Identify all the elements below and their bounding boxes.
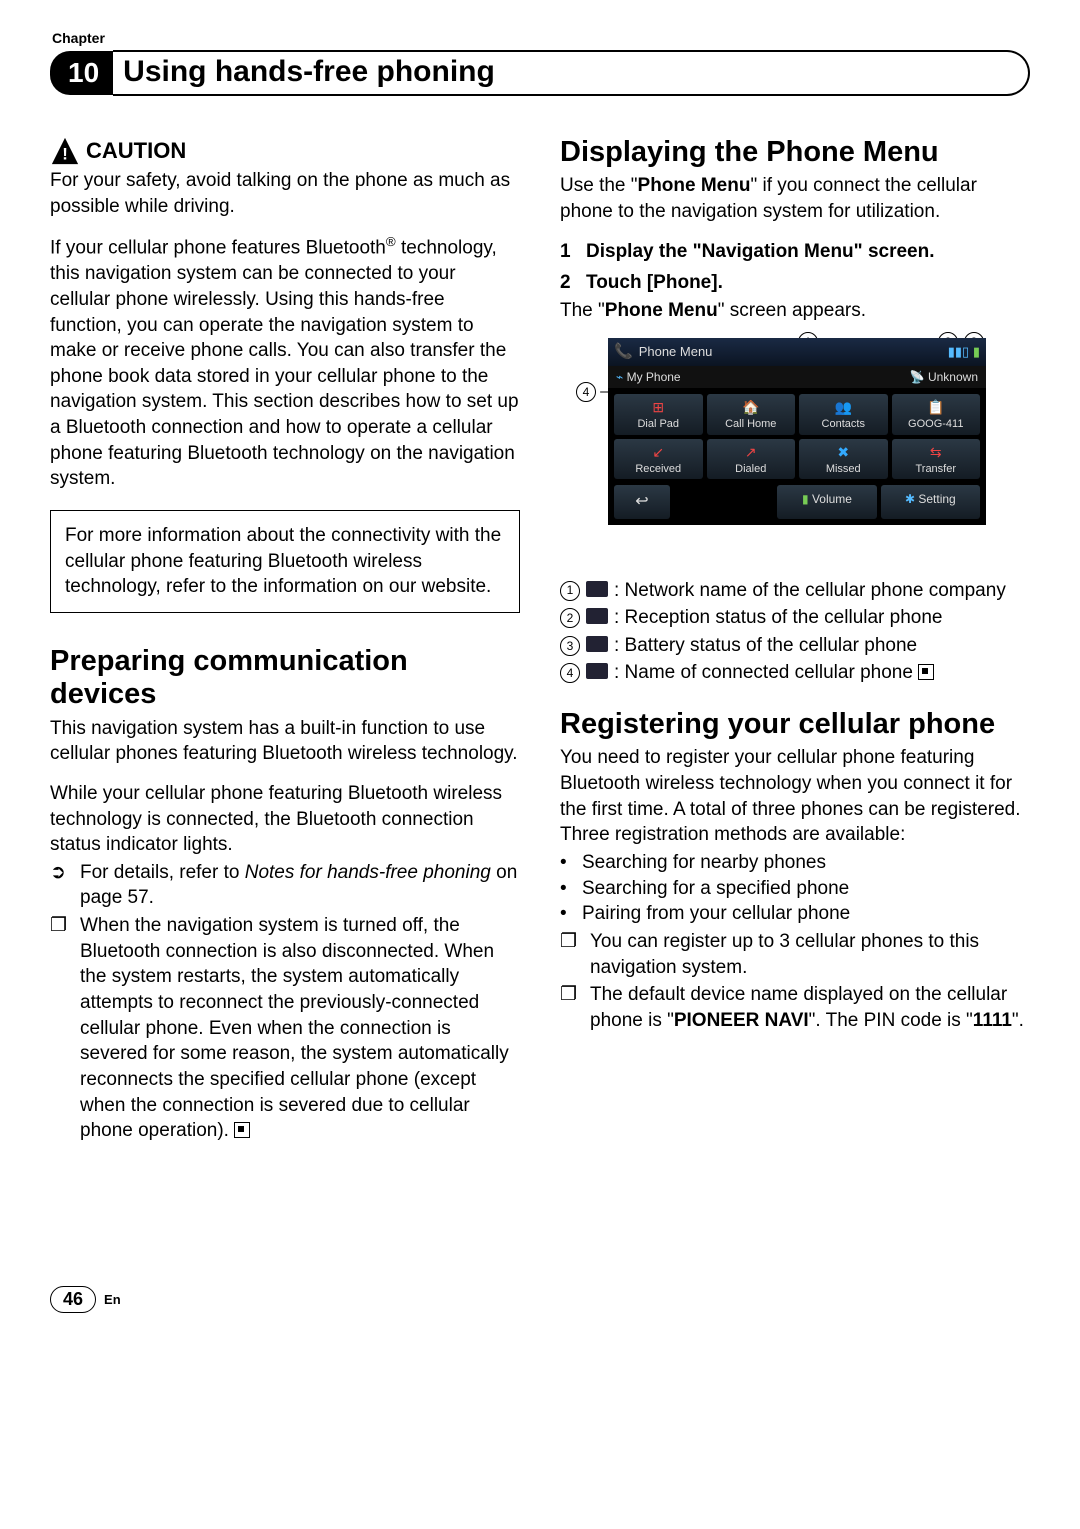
note-box-icon: ❐	[560, 929, 582, 980]
page-footer: 46 En	[50, 1286, 1030, 1313]
note-item: ❐ When the navigation system is turned o…	[50, 913, 520, 1144]
section-preparing-heading: Preparing communication devices	[50, 645, 520, 712]
caution-heading: ! CAUTION	[50, 136, 520, 166]
warning-icon: !	[50, 136, 80, 166]
signal-icon: ▮▮▯	[948, 344, 969, 359]
btn-goog411[interactable]: 📋GOOG-411	[892, 394, 981, 435]
intro-paragraph: If your cellular phone features Bluetoot…	[50, 233, 520, 492]
caution-label: CAUTION	[86, 136, 186, 166]
language-label: En	[104, 1292, 121, 1307]
phone-menu-screen: 📞 Phone Menu ▮▮▯ ▮ ⌁ My Phone 📡 Unknown	[608, 338, 986, 526]
right-column: Displaying the Phone Menu Use the "Phone…	[560, 136, 1030, 1146]
chapter-number: 10	[50, 51, 113, 95]
btn-call-home[interactable]: 🏠Call Home	[707, 394, 796, 435]
device-name: My Phone	[627, 370, 681, 384]
callout-4-icon: 4	[576, 382, 596, 402]
svg-text:!: !	[62, 144, 68, 163]
step-1: 1Display the "Navigation Menu" screen.	[560, 239, 1030, 265]
note-item: ❐ You can register up to 3 cellular phon…	[560, 929, 1030, 980]
phone-menu-screenshot: 1 2 3 4 — 📞 Phone Menu ▮▮▯ ▮	[560, 338, 1030, 564]
end-mark-icon	[918, 664, 934, 680]
note-box-icon: ❐	[560, 982, 582, 1033]
screen-title: Phone Menu	[639, 343, 713, 361]
antenna-icon: 📡	[910, 370, 925, 384]
battery-icon: ▮	[973, 344, 980, 359]
caution-text: For your safety, avoid talking on the ph…	[50, 168, 520, 219]
btn-dialed[interactable]: ↗Dialed	[707, 439, 796, 480]
legend-bluetooth-icon	[586, 663, 608, 679]
btn-missed[interactable]: ✖Missed	[799, 439, 888, 480]
left-column: ! CAUTION For your safety, avoid talking…	[50, 136, 520, 1146]
note-box-icon: ❐	[50, 913, 72, 1144]
btn-received[interactable]: ↙Received	[614, 439, 703, 480]
end-mark-icon	[234, 1122, 250, 1138]
section-registering-heading: Registering your cellular phone	[560, 708, 1030, 741]
page-number: 46	[50, 1286, 96, 1313]
section-displaying-heading: Displaying the Phone Menu	[560, 136, 1030, 169]
callout-legend: 1: Network name of the cellular phone co…	[560, 578, 1030, 687]
btn-back[interactable]: ↩	[614, 485, 670, 519]
legend-battery-icon	[586, 636, 608, 652]
section2-intro: Use the "Phone Menu" if you connect the …	[560, 173, 1030, 224]
chapter-title: Using hands-free phoning	[113, 50, 1030, 96]
reference-arrow-icon: ➲	[50, 860, 72, 911]
chapter-label: Chapter	[52, 30, 1030, 46]
btn-volume[interactable]: ▮ Volume	[777, 485, 876, 519]
section1-para1: This navigation system has a built-in fu…	[50, 716, 520, 767]
bluetooth-icon: ⌁	[616, 370, 623, 384]
reference-item: ➲ For details, refer to Notes for hands-…	[50, 860, 520, 911]
btn-contacts[interactable]: 👥Contacts	[799, 394, 888, 435]
note-item: ❐ The default device name displayed on t…	[560, 982, 1030, 1033]
info-box: For more information about the connectiv…	[50, 510, 520, 613]
chapter-header: 10 Using hands-free phoning	[50, 50, 1030, 96]
step-2: 2Touch [Phone].	[560, 270, 1030, 296]
btn-dial-pad[interactable]: ⊞Dial Pad	[614, 394, 703, 435]
step2-sub: The "Phone Menu" screen appears.	[560, 298, 1030, 324]
network-name: Unknown	[928, 370, 978, 384]
volume-icon: ▮	[802, 492, 809, 506]
legend-antenna-icon	[586, 581, 608, 597]
back-icon: ↩	[635, 493, 648, 510]
legend-signal-icon	[586, 608, 608, 624]
registration-methods: Searching for nearby phones Searching fo…	[560, 850, 1030, 927]
section3-intro: You need to register your cellular phone…	[560, 745, 1030, 848]
bluetooth-setting-icon: ✱	[905, 492, 915, 506]
btn-transfer[interactable]: ⇆Transfer	[892, 439, 981, 480]
section1-para2: While your cellular phone featuring Blue…	[50, 781, 520, 858]
phone-icon: 📞	[614, 342, 633, 362]
btn-setting[interactable]: ✱ Setting	[881, 485, 980, 519]
